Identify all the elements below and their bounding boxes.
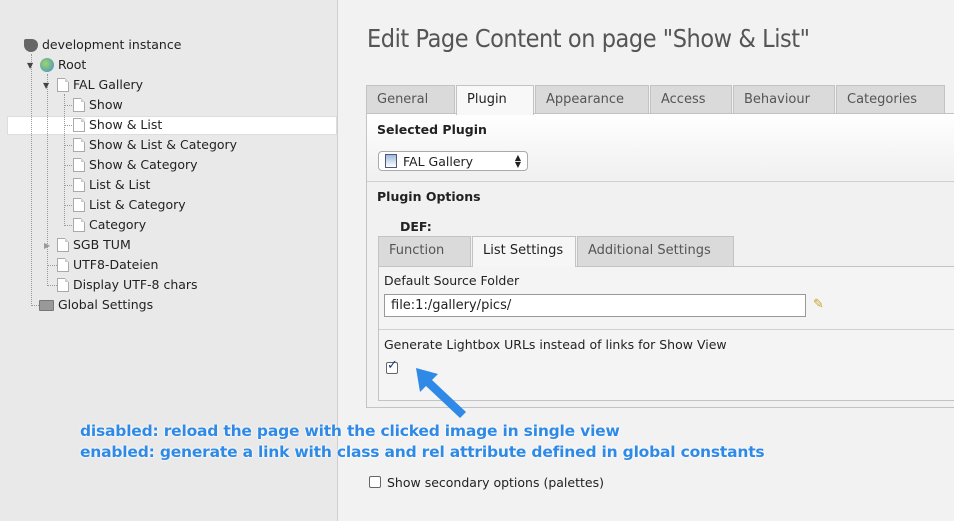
sheet-label: DEF: (400, 219, 432, 234)
tab-additional-settings[interactable]: Additional Settings (577, 236, 734, 266)
plugin-icon (385, 154, 397, 168)
plugin-options-heading: Plugin Options (377, 189, 481, 204)
tab-plugin[interactable]: Plugin (456, 85, 534, 115)
browse-wizard-icon[interactable]: ✎ (813, 297, 824, 312)
collapse-arrow-icon[interactable]: ▼ (43, 81, 49, 90)
expand-arrow-icon[interactable]: ▶ (44, 241, 50, 250)
selected-plugin-heading: Selected Plugin (377, 122, 487, 137)
checkmark-icon: ✓ (387, 358, 398, 373)
page-icon (73, 198, 85, 212)
palettes-label: Show secondary options (palettes) (387, 475, 604, 490)
page-icon (73, 158, 85, 172)
page-title: Edit Page Content on page "Show & List" (367, 24, 810, 53)
tree-item[interactable]: List & Category (73, 195, 186, 215)
page-icon (57, 78, 69, 92)
page-icon (73, 138, 85, 152)
folder-icon (39, 299, 54, 311)
page-icon (73, 98, 85, 112)
page-icon (73, 118, 85, 132)
tab-categories[interactable]: Categories (836, 85, 945, 114)
lightbox-checkbox[interactable]: ✓ (386, 358, 398, 374)
page-icon (73, 218, 85, 232)
tab-access[interactable]: Access (650, 85, 732, 114)
annotation-line-enabled: enabled: generate a link with class and … (80, 443, 765, 461)
annotation-arrow-icon (416, 368, 466, 418)
folder-label: Default Source Folder (384, 273, 520, 288)
tab-general[interactable]: General (366, 85, 455, 114)
tree-fal-gallery[interactable]: FAL Gallery (57, 75, 143, 95)
tree-item[interactable]: Show (73, 95, 123, 115)
globe-icon (40, 58, 54, 72)
typo3-logo-icon (24, 38, 38, 52)
page-icon (57, 258, 69, 272)
annotation-line-disabled: disabled: reload the page with the click… (80, 422, 620, 440)
tree-item[interactable]: SGB TUM (57, 235, 131, 255)
tree-item[interactable]: Show & Category (73, 155, 198, 175)
tab-list-settings[interactable]: List Settings (472, 236, 576, 267)
palettes-checkbox[interactable] (369, 476, 381, 488)
lightbox-label: Generate Lightbox URLs instead of links … (384, 337, 727, 352)
tree-global-settings[interactable]: Global Settings (39, 295, 153, 315)
source-folder-input[interactable]: file:1:/gallery/pics/ (384, 294, 806, 317)
tree-item[interactable]: Display UTF-8 chars (57, 275, 198, 295)
tree-item[interactable]: Show & List & Category (73, 135, 237, 155)
page-icon (73, 178, 85, 192)
tab-function[interactable]: Function (378, 236, 471, 266)
tree-item[interactable]: Category (73, 215, 146, 235)
tab-behaviour[interactable]: Behaviour (733, 85, 835, 114)
tree-instance[interactable]: development instance (24, 35, 181, 55)
collapse-arrow-icon[interactable]: ▼ (27, 61, 33, 70)
selected-row-highlight (7, 116, 337, 135)
tab-appearance[interactable]: Appearance (535, 85, 649, 114)
tree-item[interactable]: List & List (73, 175, 150, 195)
tree-item-selected[interactable]: Show & List (73, 115, 162, 135)
page-icon (57, 238, 69, 252)
select-arrows-icon: ▲ ▼ (514, 153, 521, 169)
tree-root[interactable]: Root (40, 55, 86, 75)
tree-item[interactable]: UTF8-Dateien (57, 255, 158, 275)
page-icon (57, 278, 69, 292)
plugin-select[interactable]: FAL Gallery ▲ ▼ (378, 151, 528, 171)
